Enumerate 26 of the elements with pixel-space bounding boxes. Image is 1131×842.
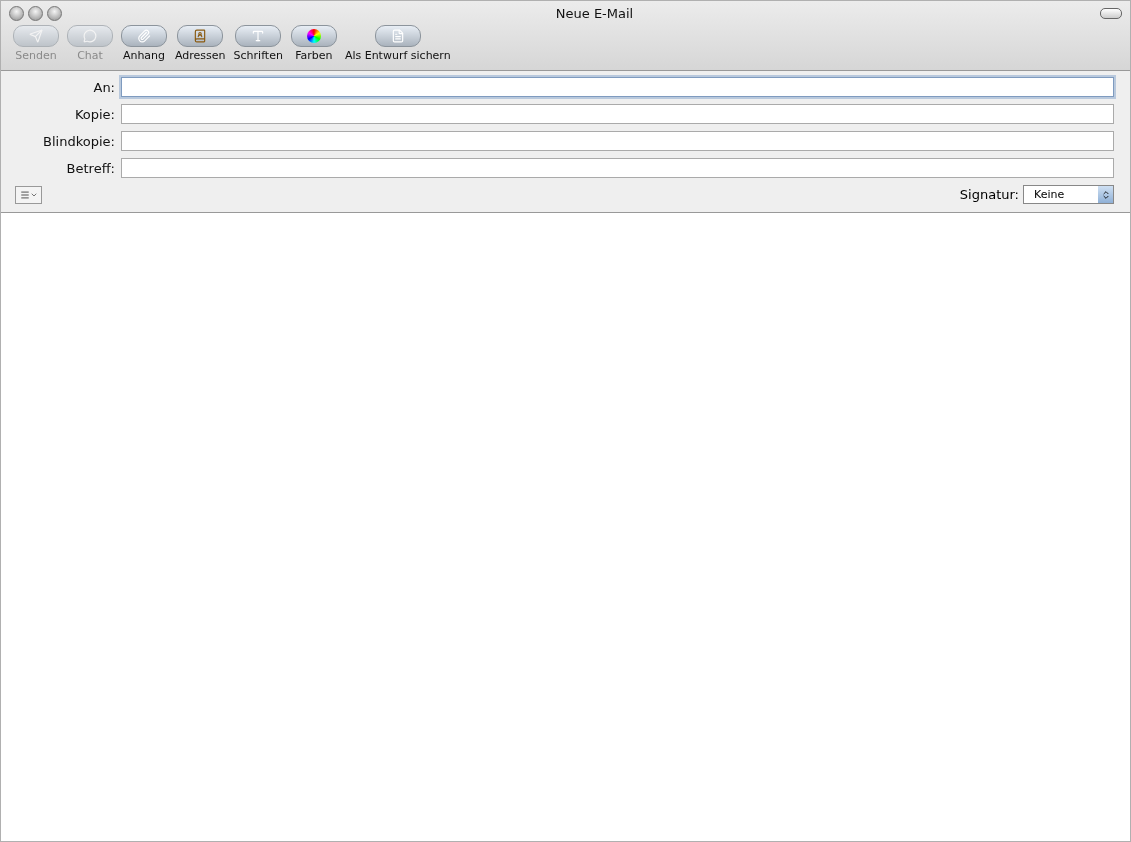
format-menu-button[interactable] (15, 185, 42, 204)
field-label: An: (92, 79, 115, 95)
input-field[interactable] (121, 104, 1114, 124)
toolbar-toggle-icon[interactable] (1100, 7, 1122, 19)
window-control-icon[interactable] (47, 5, 62, 21)
address-book-icon (193, 29, 208, 43)
input-field[interactable] (121, 77, 1114, 97)
stepper-arrows-icon (1100, 189, 1111, 200)
fonts-icon (251, 29, 266, 43)
speech-bubble-icon (83, 29, 97, 43)
document-icon (390, 29, 405, 43)
input-field[interactable] (121, 158, 1114, 178)
signature-label: Signatur: (959, 187, 1019, 202)
field-label: Blindkopie: (42, 133, 115, 149)
signature-select[interactable]: Keine (1023, 185, 1114, 204)
field-label: Kopie: (73, 106, 115, 122)
window-control-icon[interactable] (9, 5, 24, 21)
input-field[interactable] (121, 131, 1114, 151)
color-wheel-icon (306, 29, 321, 43)
field-label: Betreff: (65, 160, 115, 176)
send-icon (29, 29, 43, 43)
list-icon (19, 189, 30, 200)
window-control-icon[interactable] (28, 5, 43, 21)
paperclip-icon (137, 29, 151, 43)
toolbar-button[interactable]: Als Entwurf sichern (344, 25, 451, 62)
window-title: Neue E-Mail (554, 5, 635, 21)
